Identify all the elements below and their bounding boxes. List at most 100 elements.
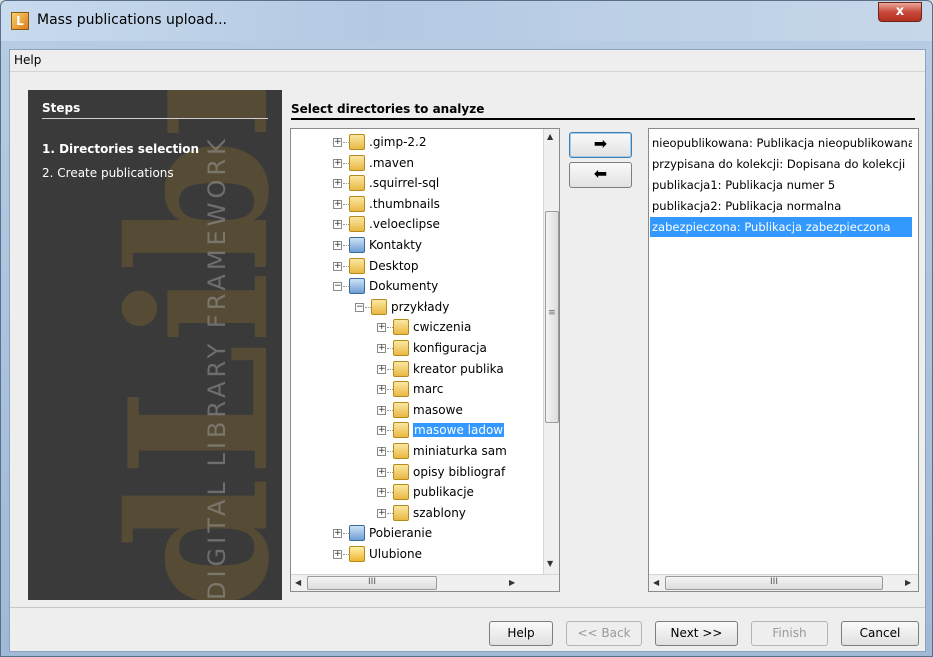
menu-bar: Help bbox=[10, 50, 925, 72]
expand-icon[interactable]: + bbox=[377, 447, 386, 456]
dialog-window: L Mass publications upload... x Help dLi… bbox=[0, 0, 933, 657]
expand-icon[interactable]: + bbox=[333, 550, 342, 559]
tree-node[interactable]: + opisy bibliograf bbox=[291, 462, 541, 482]
folder-icon bbox=[349, 216, 365, 233]
list-horizontal-scrollbar[interactable]: ◀ III ▶ bbox=[649, 574, 918, 591]
expand-icon[interactable]: + bbox=[377, 508, 386, 518]
tree-node[interactable]: + publikacje bbox=[291, 482, 541, 502]
tree-node[interactable]: + masowe bbox=[291, 400, 541, 420]
expand-icon[interactable]: + bbox=[377, 405, 386, 415]
tree-hscroll-thumb[interactable]: III bbox=[307, 576, 437, 590]
tree-node-label: masowe ladow bbox=[413, 423, 505, 438]
list-item[interactable]: zabezpieczona: Publikacja zabezpieczona bbox=[650, 217, 912, 237]
tree-node[interactable]: + masowe ladow bbox=[291, 420, 541, 440]
expand-icon[interactable]: + bbox=[377, 488, 386, 498]
scroll-right-arrow[interactable]: ▶ bbox=[509, 578, 515, 587]
expand-icon[interactable]: + bbox=[377, 364, 386, 374]
folder-icon bbox=[393, 422, 409, 439]
expand-icon[interactable]: + bbox=[333, 199, 342, 209]
tree-node[interactable]: + .veloeclipse bbox=[291, 214, 541, 234]
tree-node-label: .maven bbox=[369, 155, 414, 170]
list-item[interactable]: publikacja2: Publikacja normalna bbox=[650, 196, 912, 216]
collapse-icon[interactable]: − bbox=[355, 302, 364, 312]
expand-icon[interactable]: + bbox=[333, 158, 342, 168]
tree-node-label: Desktop bbox=[369, 258, 419, 273]
steps-divider bbox=[42, 118, 268, 119]
step-create-publications: 2. Create publications bbox=[42, 166, 174, 180]
window-title: Mass publications upload... bbox=[37, 12, 227, 28]
tree-node[interactable]: + .squirrel-sql bbox=[291, 173, 541, 193]
list-item[interactable]: publikacja1: Publikacja numer 5 bbox=[650, 175, 912, 195]
expand-icon[interactable]: + bbox=[333, 261, 342, 271]
tree-node[interactable]: + szablony bbox=[291, 503, 541, 523]
expand-icon[interactable]: + bbox=[377, 467, 386, 477]
tree-node[interactable]: + Pobieranie bbox=[291, 523, 541, 543]
folder-icon bbox=[393, 340, 409, 356]
tree-node-label: przykłady bbox=[391, 299, 450, 314]
expand-icon[interactable]: + bbox=[333, 138, 342, 147]
tree-node[interactable]: + .gimp-2.2 bbox=[291, 132, 541, 152]
folder-icon bbox=[393, 484, 409, 501]
tree-node[interactable]: + Desktop bbox=[291, 256, 541, 276]
help-button[interactable]: Help bbox=[489, 621, 553, 646]
scroll-down-arrow[interactable]: ▼ bbox=[547, 559, 553, 568]
list-item[interactable]: przypisana do kolekcji: Dopisana do kole… bbox=[650, 154, 912, 174]
directory-tree[interactable]: + .gimp-2.2 + .maven + .squirrel-sql + .thumbna… bbox=[290, 128, 560, 592]
expand-icon[interactable]: + bbox=[333, 179, 342, 189]
digital-library-framework-watermark: DIGITAL LIBRARY FRAMEWORK bbox=[203, 135, 231, 600]
documents-folder-icon bbox=[349, 278, 365, 295]
footer-divider bbox=[10, 607, 925, 608]
app-icon: L bbox=[11, 12, 29, 30]
selected-directories-list[interactable]: nieopublikowana: Publikacja nieopublikow… bbox=[648, 128, 919, 592]
tree-node-label: Kontakty bbox=[369, 238, 423, 252]
expand-icon[interactable]: + bbox=[333, 529, 342, 539]
tree-node[interactable]: − przykłady bbox=[291, 297, 541, 317]
scroll-up-arrow[interactable]: ▲ bbox=[547, 132, 553, 141]
tree-node-label: miniaturka sam bbox=[413, 444, 507, 458]
back-button[interactable]: << Back bbox=[566, 621, 642, 646]
tree-scroll-thumb[interactable]: ≡ bbox=[545, 211, 559, 423]
expand-icon[interactable]: + bbox=[377, 385, 386, 395]
cancel-button[interactable]: Cancel bbox=[841, 621, 919, 646]
folder-icon bbox=[393, 401, 409, 418]
finish-button[interactable]: Finish bbox=[751, 621, 828, 646]
expand-icon[interactable]: + bbox=[377, 323, 386, 333]
next-button[interactable]: Next >> bbox=[655, 621, 738, 646]
tree-node[interactable]: + Ulubione bbox=[291, 544, 541, 564]
tree-node[interactable]: + Kontakty bbox=[291, 235, 541, 255]
tree-node[interactable]: + .thumbnails bbox=[291, 194, 541, 214]
expand-icon[interactable]: + bbox=[377, 426, 386, 436]
tree-node-label: marc bbox=[413, 382, 444, 397]
tree-node-label: opisy bibliograf bbox=[413, 464, 506, 479]
list-hscroll-thumb[interactable]: III bbox=[665, 576, 883, 590]
folder-icon bbox=[349, 134, 365, 150]
expand-icon[interactable]: + bbox=[333, 220, 342, 230]
tree-node[interactable]: + .maven bbox=[291, 153, 541, 173]
scroll-left-arrow[interactable]: ◀ bbox=[295, 578, 301, 587]
tree-node[interactable]: + miniaturka sam bbox=[291, 441, 541, 461]
list-item[interactable]: nieopublikowana: Publikacja nieopublikow… bbox=[650, 133, 912, 153]
collapse-icon[interactable]: − bbox=[333, 282, 342, 292]
add-directory-button[interactable]: ➡ bbox=[569, 132, 632, 158]
tree-node[interactable]: + marc bbox=[291, 379, 541, 399]
expand-icon[interactable]: + bbox=[333, 241, 342, 250]
expand-icon[interactable]: + bbox=[377, 344, 386, 353]
steps-title: Steps bbox=[42, 101, 81, 115]
close-button[interactable]: x bbox=[878, 2, 922, 22]
menu-help[interactable]: Help bbox=[14, 53, 41, 67]
title-bar[interactable]: L Mass publications upload... x bbox=[1, 1, 932, 41]
tree-vertical-scrollbar[interactable]: ▲ ≡ ▼ bbox=[543, 129, 559, 575]
remove-directory-button[interactable]: ⬅ bbox=[569, 162, 632, 188]
tree-node-label: .veloeclipse bbox=[369, 217, 440, 232]
tree-node[interactable]: + kreator publika bbox=[291, 359, 541, 379]
tree-node[interactable]: − Dokumenty bbox=[291, 276, 541, 296]
folder-icon bbox=[349, 175, 365, 192]
tree-node-label: .thumbnails bbox=[369, 196, 440, 211]
tree-horizontal-scrollbar[interactable]: ◀ III ▶ bbox=[291, 574, 559, 591]
folder-icon bbox=[393, 381, 409, 398]
tree-node-label: publikacje bbox=[413, 485, 474, 500]
tree-node[interactable]: + konfiguracja bbox=[291, 338, 541, 358]
scroll-right-arrow[interactable]: ▶ bbox=[905, 578, 911, 587]
scroll-left-arrow[interactable]: ◀ bbox=[653, 578, 659, 587]
tree-node[interactable]: + cwiczenia bbox=[291, 317, 541, 337]
